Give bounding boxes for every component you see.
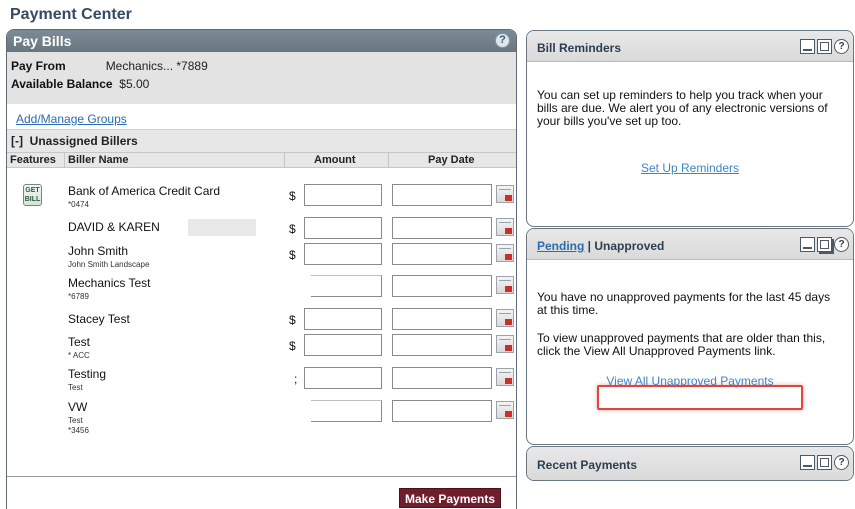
currency-symbol: $ xyxy=(289,248,296,262)
maximize-icon[interactable] xyxy=(817,237,832,253)
pay-date-input[interactable] xyxy=(392,184,492,206)
calendar-icon[interactable] xyxy=(496,185,514,203)
amount-input[interactable] xyxy=(304,308,382,330)
biller-account: *3456 xyxy=(68,426,89,435)
available-balance-value: $5.00 xyxy=(119,77,150,91)
pay-from-label: Pay From xyxy=(11,59,66,73)
recent-payments-panel: Recent Payments ? xyxy=(526,446,854,481)
set-up-reminders-link[interactable]: Set Up Reminders xyxy=(641,161,739,175)
biller-name: Test xyxy=(68,335,91,349)
currency-symbol: $ xyxy=(289,313,296,327)
amount-input[interactable] xyxy=(304,367,382,389)
minimize-icon[interactable] xyxy=(800,237,815,253)
col-amount: Amount xyxy=(314,154,356,166)
available-balance-label: Available Balance xyxy=(11,77,113,91)
column-header-row: Features Biller Name Amount Pay Date xyxy=(7,153,516,168)
biller-nickname: John Smith Landscape xyxy=(68,260,150,269)
amount-input[interactable] xyxy=(304,334,382,356)
biller-nickname: Test xyxy=(68,383,83,392)
amount-input[interactable] xyxy=(311,400,382,422)
pay-date-input[interactable] xyxy=(392,400,492,422)
pay-date-input[interactable] xyxy=(392,308,492,330)
pay-from-account[interactable]: Mechanics... *7889 xyxy=(106,59,208,73)
minimize-icon[interactable] xyxy=(800,455,815,471)
unassigned-billers-title: Unassigned Billers xyxy=(29,134,138,148)
groups-row: Add/Manage Groups xyxy=(7,104,516,130)
pending-header: Pending | Unapproved ? xyxy=(527,229,853,260)
currency-symbol: $ xyxy=(289,189,296,203)
calendar-icon[interactable] xyxy=(496,401,514,419)
biller-account: * ACC xyxy=(68,351,90,360)
no-unapproved-text: You have no unapproved payments for the … xyxy=(537,290,831,317)
collapse-toggle[interactable]: [-] xyxy=(11,134,23,148)
currency-symbol: ; xyxy=(294,372,298,386)
pay-bills-title: Pay Bills xyxy=(13,33,72,49)
help-icon[interactable]: ? xyxy=(834,455,849,471)
pending-body: You have no unapproved payments for the … xyxy=(527,260,853,400)
calendar-icon[interactable] xyxy=(496,368,514,386)
biller-name: DAVID & KAREN xyxy=(68,220,160,234)
pay-date-input[interactable] xyxy=(392,217,492,239)
biller-account: *0474 xyxy=(68,200,89,209)
bill-reminders-header: Bill Reminders ? xyxy=(527,31,853,62)
biller-name: John Smith xyxy=(68,244,129,258)
minimize-icon[interactable] xyxy=(800,39,815,55)
pay-date-input[interactable] xyxy=(392,334,492,356)
view-older-text: To view unapproved payments that are old… xyxy=(537,331,826,358)
biller-nickname: Test xyxy=(68,416,83,425)
recent-payments-title: Recent Payments xyxy=(537,458,638,472)
biller-account: *6789 xyxy=(68,292,89,301)
pay-date-input[interactable] xyxy=(392,275,492,297)
make-payments-button[interactable]: Make Payments xyxy=(399,488,502,508)
get-bill-icon[interactable]: GET BILL xyxy=(23,184,42,206)
amount-input[interactable] xyxy=(311,275,382,297)
unassigned-billers-header[interactable]: [-] Unassigned Billers xyxy=(7,130,516,153)
amount-input[interactable] xyxy=(304,243,382,265)
maximize-icon[interactable] xyxy=(817,39,832,55)
amount-input[interactable] xyxy=(304,184,382,206)
bill-reminders-panel: Bill Reminders ? You can set up reminder… xyxy=(526,30,854,227)
page-title: Payment Center xyxy=(10,6,132,23)
add-manage-groups-link[interactable]: Add/Manage Groups xyxy=(16,112,127,126)
col-biller-name: Biller Name xyxy=(68,154,129,166)
pay-date-input[interactable] xyxy=(392,243,492,265)
pending-panel: Pending | Unapproved ? You have no unapp… xyxy=(526,228,854,445)
divider xyxy=(7,476,516,477)
amount-input[interactable] xyxy=(304,217,382,239)
calendar-icon[interactable] xyxy=(496,309,514,327)
pay-bills-header: Pay Bills ? xyxy=(7,30,516,52)
bill-reminders-body: You can set up reminders to help you tra… xyxy=(527,62,853,187)
calendar-icon[interactable] xyxy=(496,335,514,353)
bill-reminders-title: Bill Reminders xyxy=(537,41,622,55)
help-icon[interactable]: ? xyxy=(834,237,849,253)
help-icon[interactable]: ? xyxy=(495,33,510,48)
currency-symbol: $ xyxy=(289,339,296,353)
col-pay-date: Pay Date xyxy=(428,154,475,166)
biller-name: Stacey Test xyxy=(68,312,130,326)
recent-payments-header: Recent Payments ? xyxy=(527,447,853,480)
biller-name: Testing xyxy=(68,367,107,381)
calendar-icon[interactable] xyxy=(496,244,514,262)
redacted-block xyxy=(188,219,256,236)
pay-date-input[interactable] xyxy=(392,367,492,389)
biller-name: VW xyxy=(68,400,88,414)
pay-bills-panel: Pay Bills ? Pay From Mechanics... *7889 A… xyxy=(6,29,517,509)
currency-symbol: $ xyxy=(289,222,296,236)
pay-from-section: Pay From Mechanics... *7889 Available Bal… xyxy=(7,52,516,104)
biller-name: Mechanics Test xyxy=(68,276,151,290)
col-features: Features xyxy=(10,154,56,166)
tab-separator: | xyxy=(584,239,595,253)
maximize-icon[interactable] xyxy=(817,455,832,471)
biller-name: Bank of America Credit Card xyxy=(68,184,221,198)
tab-unapproved[interactable]: Unapproved xyxy=(594,239,664,253)
calendar-icon[interactable] xyxy=(496,276,514,294)
highlight-annotation xyxy=(597,385,803,410)
tab-pending[interactable]: Pending xyxy=(537,239,584,253)
bill-reminders-text: You can set up reminders to help you tra… xyxy=(537,88,828,128)
help-icon[interactable]: ? xyxy=(834,39,849,55)
calendar-icon[interactable] xyxy=(496,218,514,236)
